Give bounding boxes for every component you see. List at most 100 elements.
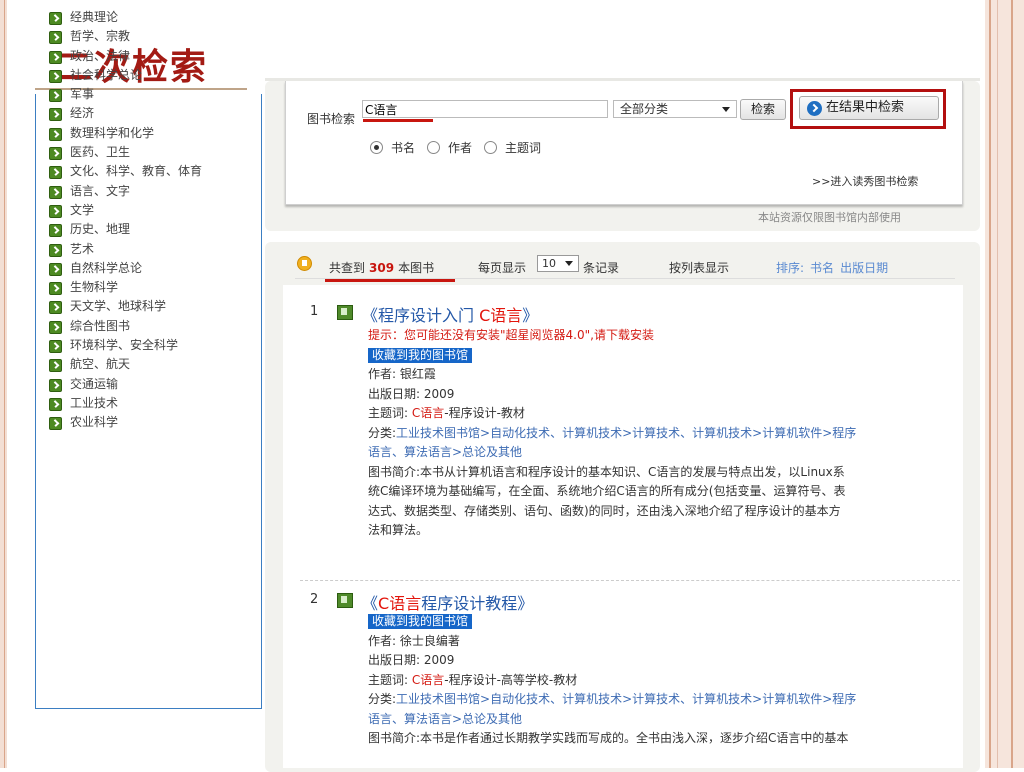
result-number: 1 bbox=[310, 304, 319, 319]
check-bullet-icon bbox=[49, 127, 62, 141]
check-bullet-icon bbox=[49, 417, 62, 431]
sort-controls: 排序: 书名 出版日期 bbox=[776, 259, 888, 276]
category-item[interactable]: 经济 bbox=[48, 104, 245, 123]
category-label: 经典理论 bbox=[70, 10, 119, 24]
category-item[interactable]: 哲学、宗教 bbox=[48, 27, 245, 46]
category-item[interactable]: 政治、法律 bbox=[48, 47, 245, 66]
category-item[interactable]: 交通运输 bbox=[48, 375, 245, 394]
category-item[interactable]: 艺术 bbox=[48, 240, 245, 259]
check-bullet-icon bbox=[49, 69, 62, 83]
radio-author[interactable] bbox=[427, 141, 441, 154]
install-tip[interactable]: 提示：您可能还没有安装"超星阅览器4.0",请下载安装 bbox=[368, 326, 958, 346]
check-bullet-icon bbox=[49, 108, 62, 122]
category-item[interactable]: 天文学、地球科学 bbox=[48, 297, 245, 316]
search-in-results-label: 在结果中检索 bbox=[826, 100, 905, 115]
check-bullet-icon bbox=[49, 224, 62, 238]
class-label: 分类: bbox=[368, 692, 397, 706]
category-select-value: 全部分类 bbox=[620, 102, 669, 116]
publish-date: 出版日期: 2009 bbox=[368, 653, 455, 667]
category-label: 艺术 bbox=[70, 241, 95, 256]
author: 作者: 徐士良编著 bbox=[368, 633, 460, 648]
radio-title[interactable] bbox=[370, 141, 383, 154]
result-title[interactable]: 《C语言程序设计教程》 bbox=[362, 590, 533, 614]
category-label: 哲学、宗教 bbox=[70, 29, 131, 44]
category-item[interactable]: 文学 bbox=[48, 201, 245, 220]
class-path-link-cont[interactable]: 语言、算法语言>总论及其他 bbox=[368, 443, 958, 463]
category-list: 经典理论哲学、宗教政治、法律 社会科学总论军事 经济数理科学和化学 医药、卫生文化、科… bbox=[48, 8, 258, 433]
check-bullet-icon bbox=[49, 185, 62, 199]
subject-label: 主题词: bbox=[368, 672, 412, 687]
check-bullet-icon bbox=[49, 359, 62, 373]
category-item[interactable]: 语言、文字 bbox=[48, 182, 245, 201]
category-item[interactable]: 生物科学 bbox=[48, 278, 245, 297]
result-title[interactable]: 《程序设计入门 C语言》 bbox=[362, 302, 538, 326]
category-label: 交通运输 bbox=[70, 376, 119, 391]
category-item[interactable]: 环境科学、安全科学 bbox=[48, 336, 245, 355]
usage-notice: 本站资源仅限图书馆内部使用 bbox=[758, 211, 901, 224]
total-number: 309 bbox=[369, 261, 395, 275]
radio-title-label: 书名 bbox=[391, 141, 416, 155]
favorite-button[interactable]: 收藏到我的图书馆 bbox=[368, 614, 473, 629]
search-field-radios: 书名 作者 主题词 bbox=[370, 139, 553, 156]
count-highlight-underline bbox=[325, 279, 455, 282]
subject-highlight: C语言 bbox=[411, 406, 445, 420]
class-path-link[interactable]: 工业技术图书馆>自动化技术、计算机技术>计算技术、计算机技术>计算机软件>程序 bbox=[396, 426, 856, 440]
category-label: 数理科学和化学 bbox=[70, 125, 155, 140]
check-bullet-icon bbox=[49, 378, 62, 392]
category-label: 文化、科学、教育、体育 bbox=[70, 164, 203, 179]
category-item[interactable]: 历史、地理 bbox=[48, 220, 245, 239]
category-item[interactable]: 综合性图书 bbox=[48, 317, 245, 336]
category-label: 农业科学 bbox=[70, 415, 119, 430]
slide-right-border bbox=[985, 0, 1024, 768]
chevron-down-icon bbox=[722, 107, 730, 112]
title-highlight: C语言 bbox=[479, 306, 523, 325]
radio-subject-label: 主题词 bbox=[505, 141, 542, 155]
radio-subject[interactable] bbox=[484, 141, 498, 154]
check-bullet-icon bbox=[49, 301, 62, 315]
info-icon bbox=[297, 256, 312, 271]
category-label: 社会科学总论 bbox=[70, 67, 143, 82]
check-bullet-icon bbox=[49, 397, 62, 411]
class-path-link[interactable]: 工业技术图书馆>自动化技术、计算机技术>计算技术、计算机技术>计算机软件>程序 bbox=[396, 692, 856, 706]
category-item[interactable]: 航空、航天 bbox=[48, 355, 245, 374]
category-label: 综合性图书 bbox=[70, 318, 131, 333]
category-item[interactable]: 社会科学总论 bbox=[48, 66, 245, 85]
category-item[interactable]: 数理科学和化学 bbox=[48, 124, 245, 143]
category-item[interactable]: 文化、科学、教育、体育 bbox=[48, 162, 245, 181]
category-label: 工业技术 bbox=[70, 395, 119, 410]
favorite-button[interactable]: 收藏到我的图书馆 bbox=[368, 347, 473, 363]
category-label: 医药、卫生 bbox=[70, 145, 131, 160]
category-label: 文学 bbox=[70, 202, 95, 217]
search-button[interactable]: 检索 bbox=[740, 99, 786, 120]
total-prefix: 共查到 bbox=[329, 261, 366, 275]
result-number: 2 bbox=[310, 592, 319, 607]
category-label: 天文学、地球科学 bbox=[70, 299, 167, 314]
subject: 主题词: C语言-程序设计-教材 bbox=[368, 404, 958, 424]
result-details: 提示：您可能还没有安装"超星阅览器4.0",请下载安装 收藏到我的图书馆 作者:… bbox=[368, 326, 958, 541]
chevron-down-icon bbox=[565, 261, 573, 266]
title-part: 》 bbox=[522, 306, 539, 325]
class-path-link-cont[interactable]: 语言、算法语言>总论及其他 bbox=[368, 710, 958, 730]
check-bullet-icon bbox=[49, 50, 62, 64]
category-item[interactable]: 农业科学 bbox=[48, 413, 245, 432]
check-bullet-icon bbox=[49, 12, 62, 25]
search-in-results-button[interactable]: 在结果中检索 bbox=[799, 96, 939, 120]
check-bullet-icon bbox=[49, 262, 62, 276]
category-item[interactable]: 自然科学总论 bbox=[48, 259, 245, 278]
sort-by-date[interactable]: 出版日期 bbox=[840, 261, 888, 275]
category-item[interactable]: 经典理论 bbox=[48, 8, 245, 27]
category-item[interactable]: 工业技术 bbox=[48, 394, 245, 413]
sort-by-title[interactable]: 书名 bbox=[810, 261, 834, 275]
category-item[interactable]: 医药、卫生 bbox=[48, 143, 245, 162]
per-page-value: 10 bbox=[542, 257, 556, 270]
per-page-label: 每页显示 bbox=[478, 261, 527, 275]
advanced-search-link[interactable]: >>进入读秀图书检索 bbox=[812, 173, 918, 189]
category-label: 历史、地理 bbox=[70, 222, 131, 237]
book-icon bbox=[337, 305, 353, 320]
check-bullet-icon bbox=[49, 340, 62, 354]
category-select[interactable]: 全部分类 bbox=[613, 100, 737, 118]
category-item[interactable]: 军事 bbox=[48, 85, 245, 104]
list-view-link[interactable]: 按列表显示 bbox=[669, 259, 729, 276]
search-input[interactable] bbox=[362, 100, 608, 118]
per-page-select[interactable]: 10 bbox=[537, 255, 579, 272]
